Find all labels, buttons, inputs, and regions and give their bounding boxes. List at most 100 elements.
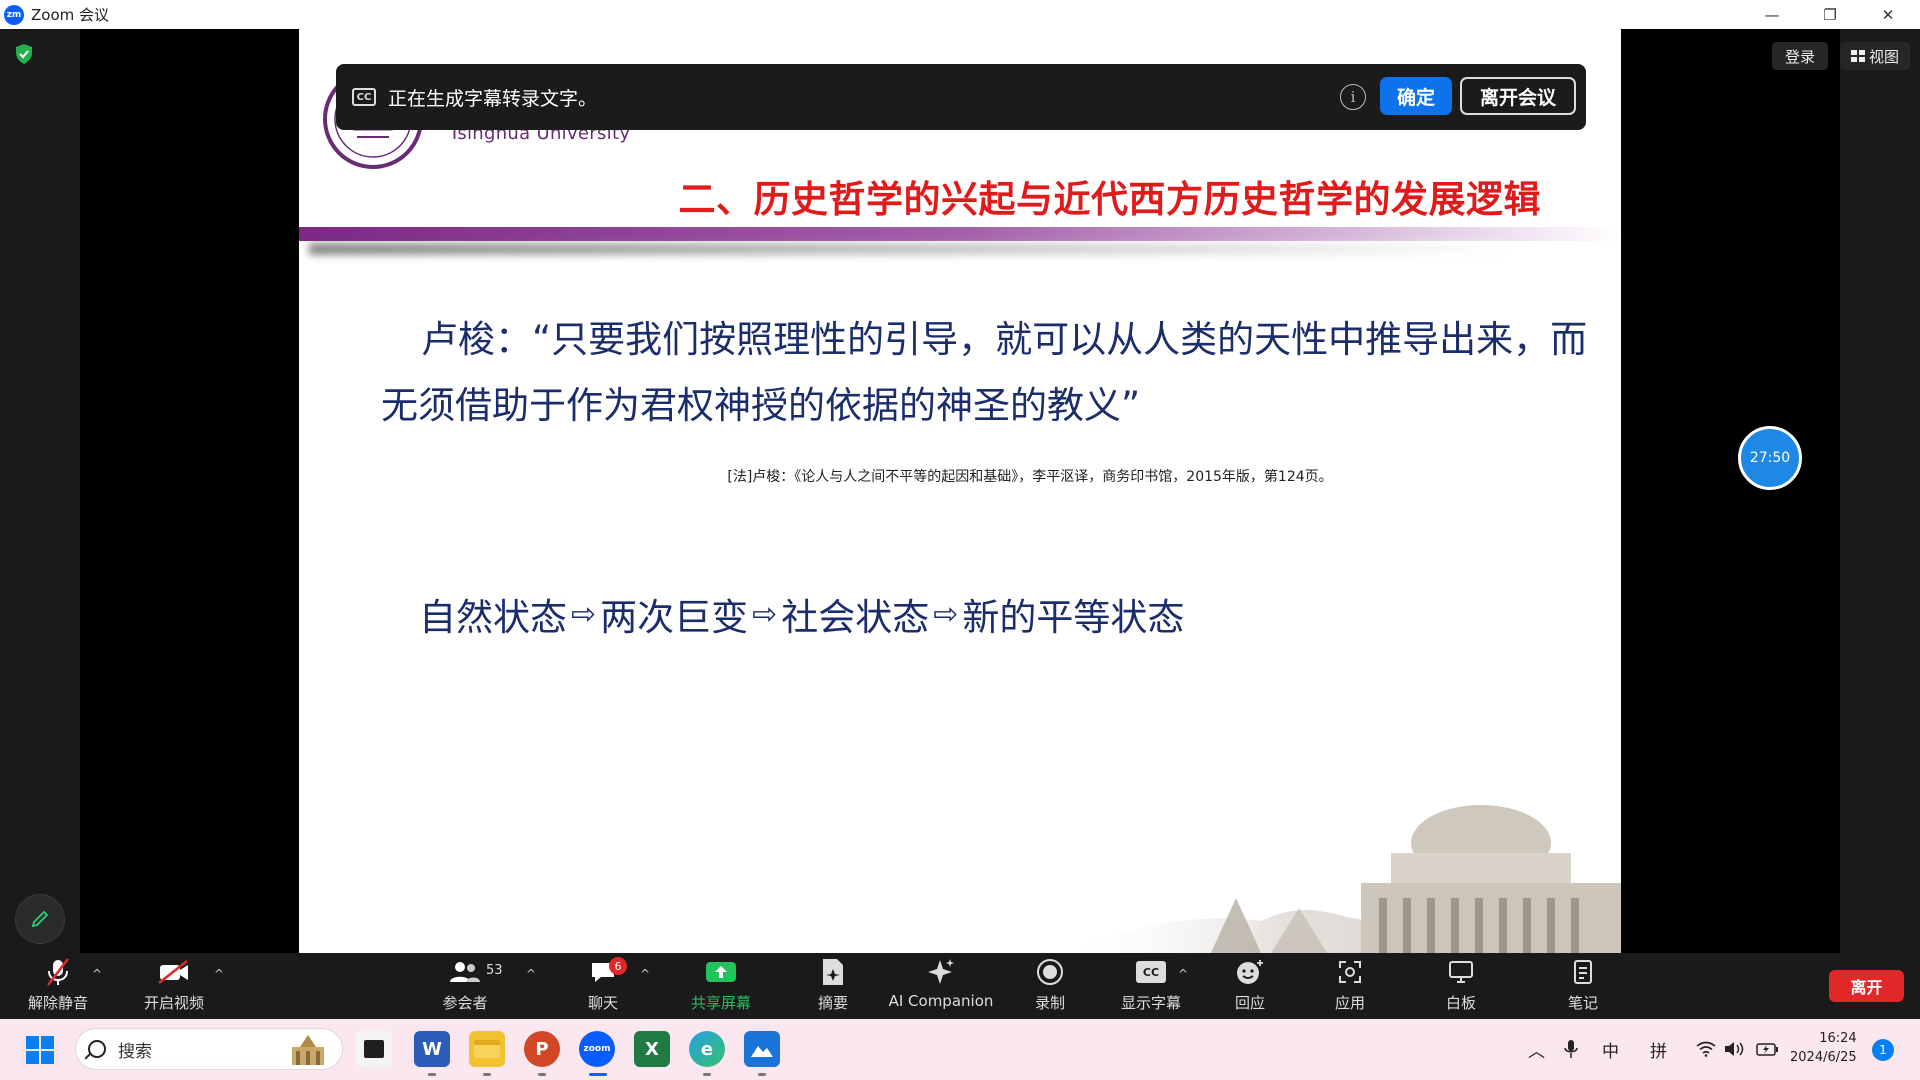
zoom-logo-icon: zm [4,4,24,25]
video-options-caret[interactable]: ^ [214,967,224,981]
shared-slide: Tsinghua University 二、历史哲学的兴起与近代西方历史哲学的发… [299,29,1621,953]
edge-app-icon[interactable]: e [689,1031,725,1067]
ai-companion-label: AI Companion [888,992,994,1010]
chat-button[interactable]: 6 聊天 [578,953,628,1019]
minimize-button[interactable]: — [1743,0,1801,29]
chat-options-caret[interactable]: ^ [640,967,650,981]
window-title-bar: zm Zoom 会议 — ❐ ✕ [0,0,1920,29]
title-underline-shadow [309,243,1509,255]
clock-date: 2024/6/25 [1790,1050,1857,1065]
encryption-shield-icon[interactable] [14,43,34,65]
ai-companion-button[interactable]: AI Companion [886,953,996,1019]
caption-notification-banner: CC 正在生成字幕转录文字。 i 确定 离开会议 [336,64,1586,130]
ime-chinese-mode[interactable]: 中 [1602,1037,1619,1062]
photos-running-indicator [758,1073,766,1076]
state-flow: 自然状态 ⇨ 两次巨变 ⇨ 社会状态 ⇨ 新的平等状态 [419,587,1184,641]
annotate-button[interactable] [15,894,65,944]
mountain-icon [751,1046,773,1057]
muted-microphone-icon [47,958,69,986]
citation: [法]卢梭：《论人与人之间不平等的起因和基础》，李平沤译，商务印书馆，2015年… [727,469,1333,485]
summary-button[interactable]: 摘要 [807,953,859,1019]
edge-running-indicator [703,1073,711,1076]
audio-options-caret[interactable]: ^ [92,967,102,981]
share-screen-icon [706,962,736,982]
record-button[interactable]: 录制 [1030,953,1070,1019]
chat-unread-badge: 6 [609,957,627,975]
taskbar-search-box[interactable]: 搜索 [75,1028,343,1070]
right-arrow-icon: ⇨ [571,596,597,632]
flow-step: 新的平等状态 [962,596,1185,639]
file-explorer-app-icon[interactable] [356,1031,392,1067]
participants-icon [450,962,480,982]
record-label: 录制 [1034,994,1065,1012]
powerpoint-app-icon[interactable]: P [524,1031,560,1067]
apps-label: 应用 [1334,994,1365,1012]
captions-options-caret[interactable]: ^ [1178,967,1188,981]
zoom-app-icon[interactable]: zoom [579,1031,615,1067]
show-hidden-icons-chevron-icon[interactable]: ︿ [1528,1037,1545,1062]
view-button[interactable]: 视图 [1840,42,1910,70]
grid-view-icon [1850,50,1865,62]
show-captions-button[interactable]: CC 显示字幕 [1116,953,1186,1019]
ime-pinyin-mode[interactable]: 拼 [1650,1037,1667,1062]
unmute-button[interactable]: 解除静音 [14,953,102,1019]
apps-icon [1339,961,1361,983]
right-arrow-icon: ⇨ [933,596,959,632]
system-clock[interactable]: 16:24 2024/6/25 [1790,1029,1857,1067]
restore-button[interactable]: ❐ [1801,0,1859,29]
zoom-active-indicator [589,1073,607,1076]
folder-running-indicator [483,1073,491,1076]
confirm-button[interactable]: 确定 [1380,77,1452,115]
notes-label: 笔记 [1567,994,1598,1012]
word-app-icon[interactable]: W [414,1031,450,1067]
pencil-icon [31,910,49,928]
search-icon [88,1040,106,1058]
unmute-label: 解除静音 [27,994,88,1012]
right-gutter [1840,29,1920,953]
participants-count: 53 [486,963,503,978]
flow-step: 两次巨变 [600,596,749,639]
whiteboard-label: 白板 [1445,994,1476,1012]
whiteboard-icon [1449,961,1473,983]
closed-caption-icon: CC [352,88,376,106]
meeting-timer[interactable]: 27:50 [1738,426,1802,490]
slide-title: 二、历史哲学的兴起与近代西方历史哲学的发展逻辑 [678,178,1541,221]
explorer-glyph [364,1040,384,1058]
windows-taskbar: 搜索 W P zoom X e ︿ 中 拼 16:24 2024/6/25 1 [0,1019,1920,1080]
left-gutter [0,29,80,953]
reactions-button[interactable]: 回应 [1230,953,1270,1019]
summary-label: 摘要 [817,994,848,1012]
wifi-icon[interactable] [1696,1041,1716,1057]
participants-options-caret[interactable]: ^ [526,967,536,981]
leave-meeting-button[interactable]: 离开会议 [1460,77,1576,115]
emoji-reaction-icon [1237,960,1263,984]
photos-app-icon[interactable] [744,1031,780,1067]
share-screen-button[interactable]: 共享屏幕 [680,953,762,1019]
login-button[interactable]: 登录 [1772,42,1828,70]
windows-start-icon[interactable] [26,1036,54,1064]
battery-charging-icon[interactable] [1756,1041,1780,1057]
video-off-icon [158,960,188,984]
meeting-area: 登录 视图 Tsinghua University 二、历史哲学的兴起与近代西方… [0,29,1920,953]
close-button[interactable]: ✕ [1859,0,1917,29]
apps-button[interactable]: 应用 [1330,953,1370,1019]
start-video-label: 开启视频 [143,994,204,1012]
notes-button[interactable]: 笔记 [1563,953,1603,1019]
reactions-label: 回应 [1234,994,1265,1012]
start-video-button[interactable]: 开启视频 [130,953,218,1019]
rousseau-quote: 卢梭：“只要我们按照理性的引导，就可以从人类的天性中推导出来，而 无须借助于作为… [381,307,1601,439]
notification-badge[interactable]: 1 [1872,1039,1894,1061]
excel-app-icon[interactable]: X [634,1031,670,1067]
folder-icon [474,1040,500,1058]
microphone-icon[interactable] [1564,1039,1578,1059]
search-highlight-temple-icon [292,1035,324,1065]
whiteboard-button[interactable]: 白板 [1441,953,1481,1019]
ai-sparkle-icon [928,959,954,984]
record-icon [1037,959,1063,985]
flow-step: 自然状态 [419,596,567,639]
show-captions-label: 显示字幕 [1120,994,1181,1012]
volume-icon[interactable] [1724,1041,1746,1057]
info-icon[interactable]: i [1340,84,1366,110]
folder-app-icon[interactable] [469,1031,505,1067]
leave-button[interactable]: 离开 [1829,970,1904,1002]
